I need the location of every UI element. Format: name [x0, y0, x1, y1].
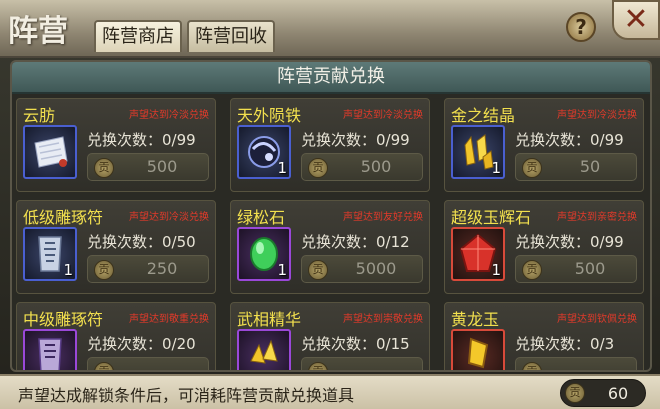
item-slot[interactable]: 1 [23, 227, 77, 281]
exchange-count: 兑换次数：0/12 [301, 233, 410, 251]
exchange-count: 兑换次数：0/99 [87, 131, 196, 149]
item-name: 黄龙玉 [451, 310, 500, 329]
item-condition: 声望达到崇敬兑换 [343, 314, 423, 325]
footer-tip: 声望达成解锁条件后，可消耗阵营贡献兑换道具 [18, 386, 355, 405]
exchange-count: 兑换次数：0/3 [515, 335, 615, 353]
tab-faction-shop[interactable]: 阵营商店 [94, 20, 182, 52]
item-slot[interactable]: 1 [451, 125, 505, 179]
coin-icon: 贡 [522, 158, 542, 178]
close-icon[interactable]: ✕ [612, 0, 660, 40]
item-slot[interactable]: 1 [237, 227, 291, 281]
item-card[interactable]: 绿松石 声望达到友好兑换 1 兑换次数：0/12 贡 5000 [230, 200, 430, 294]
coin-icon: 贡 [94, 158, 114, 178]
item-condition: 声望达到冷淡兑换 [343, 110, 423, 121]
item-count: 1 [491, 261, 501, 279]
item-card[interactable]: 金之结晶 声望达到冷淡兑换 1 兑换次数：0/99 贡 50 [444, 98, 644, 192]
yellow-jade-icon [467, 337, 489, 369]
coin-icon: 贡 [94, 362, 114, 370]
price-button[interactable]: 贡 500 [301, 153, 423, 181]
item-condition: 声望达到冷淡兑换 [129, 110, 209, 121]
item-condition: 声望达到冷淡兑换 [129, 212, 209, 223]
item-card[interactable]: 超级玉辉石 声望达到亲密兑换 1 兑换次数：0/99 贡 500 [444, 200, 644, 294]
exchange-count: 兑换次数：0/15 [301, 335, 410, 353]
price-button[interactable]: 贡 500 [87, 153, 209, 181]
item-count: 1 [63, 261, 73, 279]
essence-icon [250, 339, 278, 364]
item-condition: 声望达到钦佩兑换 [557, 314, 637, 325]
item-condition: 声望达到友好兑换 [343, 212, 423, 223]
item-count: 1 [277, 159, 287, 177]
scroll-icon [34, 136, 68, 168]
item-count: 1 [491, 159, 501, 177]
tab-faction-recycle[interactable]: 阵营回收 [187, 20, 275, 52]
item-slot[interactable] [237, 329, 291, 370]
top-bar: 阵营 阵营商店 阵营回收 ? ✕ [0, 0, 660, 58]
price-button[interactable]: 贡 5000 [301, 255, 423, 283]
price-button[interactable]: 贡 [87, 357, 209, 370]
item-condition: 声望达到亲密兑换 [557, 212, 637, 223]
item-name: 超级玉辉石 [451, 208, 532, 227]
item-count: 1 [277, 261, 287, 279]
exchange-count: 兑换次数：0/99 [301, 131, 410, 149]
coin-icon: 贡 [522, 260, 542, 280]
price-value: 500 [360, 157, 392, 176]
price-button[interactable]: 贡 500 [515, 255, 637, 283]
item-slot[interactable] [23, 329, 77, 370]
item-name: 低级雕琢符 [23, 208, 104, 227]
item-name: 武相精华 [237, 310, 302, 329]
item-card[interactable]: 武相精华 声望达到崇敬兑换 兑换次数：0/15 贡 [230, 302, 430, 370]
exchange-count: 兑换次数：0/50 [87, 233, 196, 251]
price-button[interactable]: 贡 [301, 357, 423, 370]
item-slot[interactable]: 1 [451, 227, 505, 281]
exchange-count: 兑换次数：0/20 [87, 335, 196, 353]
item-name: 云肪 [23, 106, 56, 125]
exchange-panel: 阵营贡献兑换 云肪 声望达到冷淡兑换 兑换次数：0/99 贡 500 天外陨铁 … [10, 60, 652, 372]
talisman-icon [38, 338, 62, 370]
footer-bar: 声望达成解锁条件后，可消耗阵营贡献兑换道具 贡 60 [0, 374, 660, 409]
item-card[interactable]: 中级雕琢符 声望达到敬重兑换 兑换次数：0/20 贡 [16, 302, 216, 370]
item-condition: 声望达到冷淡兑换 [557, 110, 637, 121]
item-slot[interactable]: 1 [237, 125, 291, 179]
item-card[interactable]: 云肪 声望达到冷淡兑换 兑换次数：0/99 贡 500 [16, 98, 216, 192]
item-card[interactable]: 低级雕琢符 声望达到冷淡兑换 1 兑换次数：0/50 贡 250 [16, 200, 216, 294]
price-value: 50 [579, 157, 601, 176]
price-button[interactable]: 贡 250 [87, 255, 209, 283]
window-title: 阵营 [8, 14, 68, 49]
coin-icon: 贡 [94, 260, 114, 280]
price-button[interactable]: 贡 50 [515, 153, 637, 181]
price-button[interactable]: 贡 [515, 357, 637, 370]
item-card[interactable]: 黄龙玉 声望达到钦佩兑换 兑换次数：0/3 贡 [444, 302, 644, 370]
item-name: 绿松石 [237, 208, 286, 227]
exchange-count: 兑换次数：0/99 [515, 131, 624, 149]
coin-icon: 贡 [308, 260, 328, 280]
item-slot[interactable] [451, 329, 505, 370]
help-icon[interactable]: ? [566, 12, 596, 42]
item-condition: 声望达到敬重兑换 [129, 314, 209, 325]
item-name: 天外陨铁 [237, 106, 302, 125]
item-name: 中级雕琢符 [23, 310, 104, 329]
price-value: 250 [146, 259, 178, 278]
coin-icon: 贡 [308, 362, 328, 370]
coin-icon: 贡 [565, 383, 585, 403]
item-slot[interactable] [23, 125, 77, 179]
game-window: 阵营 阵营商店 阵营回收 ? ✕ 阵营贡献兑换 云肪 声望达到冷淡兑换 兑换次数… [0, 0, 660, 409]
item-name: 金之结晶 [451, 106, 516, 125]
item-card[interactable]: 天外陨铁 声望达到冷淡兑换 1 兑换次数：0/99 贡 500 [230, 98, 430, 192]
exchange-count: 兑换次数：0/99 [515, 233, 624, 251]
coin-icon: 贡 [308, 158, 328, 178]
contribution-balance: 贡 60 [560, 379, 646, 407]
price-value: 500 [146, 157, 178, 176]
coin-icon: 贡 [522, 362, 542, 370]
price-value: 500 [574, 259, 606, 278]
panel-title: 阵营贡献兑换 [12, 62, 650, 94]
balance-value: 60 [607, 384, 629, 403]
price-value: 5000 [355, 259, 397, 278]
